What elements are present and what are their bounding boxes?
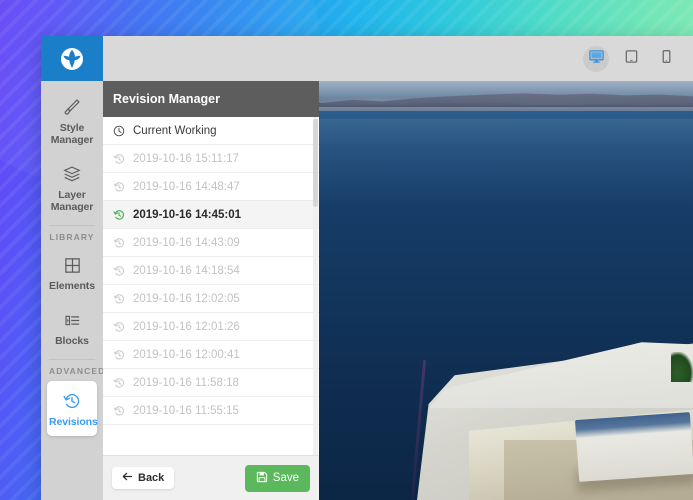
history-clock-icon [113, 293, 125, 305]
revision-label: 2019-10-16 14:18:54 [133, 265, 240, 277]
tablet-icon [624, 49, 639, 69]
sidebar-label-line2: Manager [43, 201, 101, 213]
editor-toolbar [103, 36, 693, 81]
blocks-icon [43, 309, 101, 331]
revision-row[interactable]: 2019-10-16 12:01:26 [103, 313, 319, 341]
mobile-icon [659, 49, 674, 69]
history-clock-icon [113, 405, 125, 417]
sidebar-item-blocks[interactable]: Blocks [41, 300, 103, 355]
sidebar-label-line1: Style [43, 122, 101, 134]
photo-seat-cushion [575, 412, 693, 482]
sidebar-label-line1: Revisions [49, 416, 95, 428]
rail-section-advanced: ADVANCED [49, 359, 95, 379]
device-tablet-button[interactable] [618, 46, 644, 72]
sidebar-item-elements[interactable]: Elements [41, 245, 103, 300]
panel-footer: Back Save [103, 455, 319, 500]
sidebar-label-line1: Blocks [43, 335, 101, 347]
panel-title: Revision Manager [103, 81, 319, 117]
back-button[interactable]: Back [112, 467, 174, 489]
revision-list[interactable]: Current Working 2019-10-16 15:11:17 [103, 117, 319, 455]
app-logo[interactable] [41, 36, 103, 81]
paintbrush-icon [43, 96, 101, 118]
revision-row-current[interactable]: Current Working [103, 117, 319, 145]
arrow-left-icon [122, 472, 133, 484]
revision-label: 2019-10-16 11:55:15 [133, 405, 239, 417]
revision-row[interactable]: 2019-10-16 14:18:54 [103, 257, 319, 285]
revision-label: 2019-10-16 14:48:47 [133, 181, 240, 193]
sidebar-label-line2: Manager [43, 134, 101, 146]
save-button-label: Save [273, 472, 299, 484]
revision-label: 2019-10-16 11:58:18 [133, 377, 239, 389]
revision-label: 2019-10-16 12:02:05 [133, 293, 240, 305]
revision-row[interactable]: 2019-10-16 14:48:47 [103, 173, 319, 201]
revision-row[interactable]: 2019-10-16 11:58:18 [103, 369, 319, 397]
editor-body: Style Manager Layer Manager LIBRARY [41, 81, 693, 500]
revision-row[interactable]: 2019-10-16 14:43:09 [103, 229, 319, 257]
revision-label: 2019-10-16 15:11:17 [133, 153, 239, 165]
revision-label: 2019-10-16 12:00:41 [133, 349, 240, 361]
revision-row[interactable]: 2019-10-16 12:00:41 [103, 341, 319, 369]
device-mobile-button[interactable] [653, 46, 679, 72]
leaf-circle-logo-icon [59, 46, 85, 72]
history-clock-icon [113, 321, 125, 333]
history-clock-icon [113, 265, 125, 277]
photo-sea-sheen [319, 119, 693, 209]
layers-icon [43, 163, 101, 185]
revision-label: Current Working [133, 125, 217, 137]
device-desktop-button[interactable] [583, 46, 609, 72]
back-button-label: Back [138, 472, 164, 484]
photo-plant [671, 352, 693, 382]
revision-row[interactable]: 2019-10-16 12:02:05 [103, 285, 319, 313]
rail-section-library: LIBRARY [49, 225, 95, 245]
history-clock-icon [113, 377, 125, 389]
sidebar-item-style-manager[interactable]: Style Manager [41, 87, 103, 154]
revision-label: 2019-10-16 14:43:09 [133, 237, 240, 249]
revision-row[interactable]: 2019-10-16 15:11:17 [103, 145, 319, 173]
revision-row-active[interactable]: 2019-10-16 14:45:01 [103, 201, 319, 229]
grid-icon [43, 254, 101, 276]
revision-label: 2019-10-16 12:01:26 [133, 321, 240, 333]
panel-scrollbar-thumb[interactable] [313, 119, 318, 207]
top-bar [41, 36, 693, 81]
sidebar-label-line1: Layer [43, 189, 101, 201]
sidebar-item-layer-manager[interactable]: Layer Manager [41, 154, 103, 221]
history-clock-icon [113, 237, 125, 249]
floppy-disk-icon [256, 471, 268, 486]
history-clock-icon [113, 349, 125, 361]
revision-row[interactable]: 2019-10-16 11:55:15 [103, 397, 319, 425]
save-button[interactable]: Save [245, 465, 310, 492]
restore-green-icon [113, 209, 125, 221]
history-clock-icon [113, 153, 125, 165]
editor-window: Style Manager Layer Manager LIBRARY [41, 36, 693, 500]
sidebar-label-line1: Elements [43, 280, 101, 292]
revision-manager-panel: Revision Manager Current Working [103, 81, 319, 500]
history-clock-icon [113, 181, 125, 193]
left-rail: Style Manager Layer Manager LIBRARY [41, 81, 103, 500]
sidebar-item-revisions[interactable]: Revisions [47, 381, 97, 436]
clock-icon [113, 125, 125, 137]
page-canvas[interactable] [319, 81, 693, 500]
desktop-icon [589, 49, 604, 69]
revision-label: 2019-10-16 14:45:01 [133, 209, 241, 221]
history-icon [49, 390, 95, 412]
